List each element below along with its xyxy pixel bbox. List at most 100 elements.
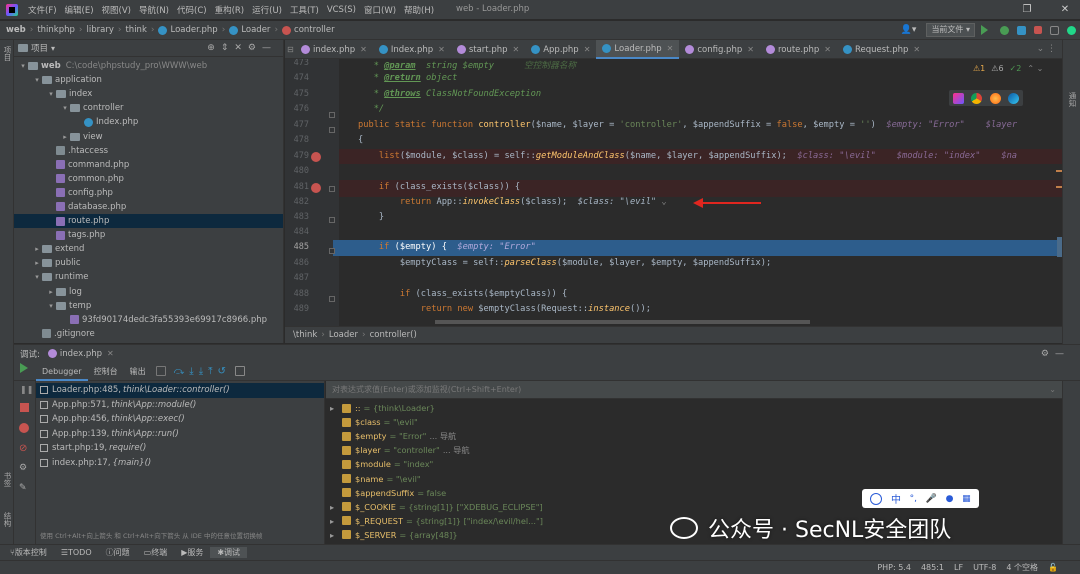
tab-console[interactable]: 控制台 [88, 362, 124, 381]
restore-window-icon[interactable]: ❐ [1018, 2, 1036, 18]
variable-row[interactable]: $name = "\evil" [326, 471, 1062, 485]
tool-todo[interactable]: ☰ TODO [54, 548, 99, 557]
evaluate-icon[interactable] [234, 366, 245, 376]
status-encoding[interactable]: UTF-8 [968, 563, 1001, 572]
breakpoint-479-icon[interactable] [311, 152, 321, 162]
fold-icon[interactable] [329, 296, 335, 302]
crumb-think[interactable]: think [123, 25, 148, 35]
tree-item[interactable]: ▾ temp [14, 299, 283, 313]
tab-index-php-lower[interactable]: index.php ✕ [295, 40, 373, 59]
project-panel-title[interactable]: 项目 [31, 42, 48, 54]
stack-frame[interactable]: index.php:17, {main}() [36, 456, 324, 471]
tool-services[interactable]: ▶ 服务 [174, 547, 210, 558]
user-icon[interactable]: 👤▾ [901, 25, 917, 35]
chrome-icon[interactable] [971, 92, 983, 104]
menu-refactor[interactable]: 重构(R) [211, 4, 249, 16]
bookmarks-tool-tab[interactable]: 书签 [2, 472, 13, 487]
crumb-method[interactable]: controller() [368, 330, 419, 340]
ime-user-icon[interactable]: ● [946, 494, 954, 504]
pin-icon[interactable]: ✎ [19, 483, 27, 493]
fold-icon[interactable] [329, 217, 335, 223]
ime-mode[interactable]: 中 [891, 491, 901, 506]
variable-row[interactable]: $class = "\evil" [326, 415, 1062, 429]
editor-gutter[interactable] [285, 59, 339, 326]
tab-loader-php[interactable]: Loader.php ✕ [596, 40, 680, 59]
inspection-widget[interactable]: ⚠1 ⚠6 ✓2 ⌃ ⌄ [973, 64, 1043, 73]
tree-item[interactable]: 93fd90174dedc3fa55393e69917c8966.php [14, 313, 283, 327]
tree-item[interactable]: ▾ index [14, 87, 283, 101]
tree-item[interactable]: ▸ log [14, 285, 283, 299]
step-controls[interactable]: ⤼⤓⤓⤒↺ [174, 366, 231, 377]
ime-logo-icon[interactable] [870, 492, 883, 505]
tab-index-php-class[interactable]: Index.php ✕ [373, 40, 451, 59]
ime-voice-icon[interactable]: 🎤 [926, 494, 937, 504]
fold-icon[interactable] [329, 127, 335, 133]
tree-item[interactable]: ▾ controller [14, 101, 283, 115]
tool-version-control[interactable]: ⑂ 版本控制 [0, 547, 54, 558]
status-indent[interactable]: 4 个空格 [1001, 562, 1043, 573]
firefox-icon[interactable] [989, 92, 1001, 104]
menu-help[interactable]: 帮助(H) [400, 4, 438, 16]
stack-frame[interactable]: Loader.php:485, think\Loader::controller(… [36, 383, 324, 398]
tab-request-php[interactable]: Request.php ✕ [837, 40, 926, 59]
tabs-overflow-icon[interactable]: ⌄ ⋮ [1037, 40, 1056, 58]
stop-debug-icon[interactable] [20, 403, 29, 412]
tree-item[interactable]: ▸ view [14, 129, 283, 143]
view-breakpoints-icon[interactable] [19, 423, 29, 433]
plugin-icon[interactable] [1067, 25, 1076, 35]
crumb-web[interactable]: web [0, 25, 28, 35]
evaluate-expression-input[interactable]: 对表达式求值(Enter)或添加监视(Ctrl+Shift+Enter) ⌄ [326, 381, 1062, 399]
variable-row[interactable]: $layer = "controller"... 导航 [326, 443, 1062, 457]
tree-item[interactable]: .gitignore [14, 327, 283, 341]
settings-icon[interactable]: ⚙ [19, 463, 27, 473]
menu-window[interactable]: 窗口(W) [360, 4, 400, 16]
mute-breakpoints-icon[interactable]: ⊘ [19, 443, 27, 454]
project-panel-actions[interactable]: ⊕⇕✕⚙— [207, 43, 277, 53]
search-everywhere-icon[interactable] [1050, 25, 1059, 35]
tree-item[interactable]: tags.php [14, 228, 283, 242]
tree-root[interactable]: ▾ web C:\code\phpstudy_pro\WWW\web [14, 59, 283, 73]
tab-debugger[interactable]: Debugger [36, 362, 88, 381]
tree-item[interactable]: ▾ application [14, 73, 283, 87]
menu-code[interactable]: 代码(C) [173, 4, 211, 16]
stack-frame[interactable]: start.php:19, require() [36, 441, 324, 456]
menu-run[interactable]: 运行(U) [248, 4, 286, 16]
tab-config-php[interactable]: config.php ✕ [679, 40, 760, 59]
stack-frame[interactable]: App.php:456, think\App::exec() [36, 412, 324, 427]
run-config-dropdown[interactable]: 当前文件 ▾ [926, 23, 975, 37]
crumb-thinkphp[interactable]: thinkphp [35, 25, 77, 35]
fold-icon[interactable] [329, 112, 335, 118]
tab-output[interactable]: 输出 [124, 362, 152, 381]
close-session-icon[interactable]: ✕ [107, 349, 114, 358]
crumb-loader-class[interactable]: Loader [227, 25, 272, 35]
tree-item[interactable]: common.php [14, 172, 283, 186]
tree-item[interactable]: .htaccess [14, 144, 283, 158]
debug-panel-actions[interactable]: ⚙— [1041, 349, 1070, 359]
close-window-icon[interactable]: ✕ [1056, 2, 1074, 18]
crumb-loader-file[interactable]: Loader.php [156, 25, 219, 35]
status-php-version[interactable]: PHP: 5.4 [872, 563, 916, 572]
tool-terminal[interactable]: ▭ 终端 [137, 547, 175, 558]
project-tool-tab[interactable]: 项目 [2, 46, 13, 61]
tree-item[interactable]: Index.php [14, 115, 283, 129]
ime-grid-icon[interactable]: ▦ [962, 494, 971, 504]
status-line-sep[interactable]: LF [949, 563, 968, 572]
crumb-namespace[interactable]: \think [291, 330, 319, 340]
stack-frame[interactable]: App.php:139, think\App::run() [36, 427, 324, 442]
variable-row[interactable]: ▸:: = {think\Loader} [326, 401, 1062, 415]
show-execution-point-icon[interactable] [155, 366, 166, 376]
ime-punctuation[interactable]: °, [910, 494, 917, 504]
tab-route-php[interactable]: route.php ✕ [760, 40, 837, 59]
notifications-tool-tab[interactable]: 通知 [1067, 92, 1078, 107]
tree-item[interactable]: route.php [14, 214, 283, 229]
tree-item[interactable]: command.php [14, 158, 283, 172]
run-icon[interactable] [981, 25, 988, 35]
stop-icon[interactable] [1034, 26, 1042, 34]
menu-tools[interactable]: 工具(T) [286, 4, 323, 16]
coverage-icon[interactable] [1017, 25, 1026, 35]
edge-icon[interactable] [1008, 92, 1020, 104]
variable-row[interactable]: $module = "index" [326, 457, 1062, 471]
status-caret[interactable]: 485:1 [916, 563, 949, 572]
tree-item[interactable]: ▾ runtime [14, 270, 283, 284]
crumb-library[interactable]: library [85, 25, 116, 35]
